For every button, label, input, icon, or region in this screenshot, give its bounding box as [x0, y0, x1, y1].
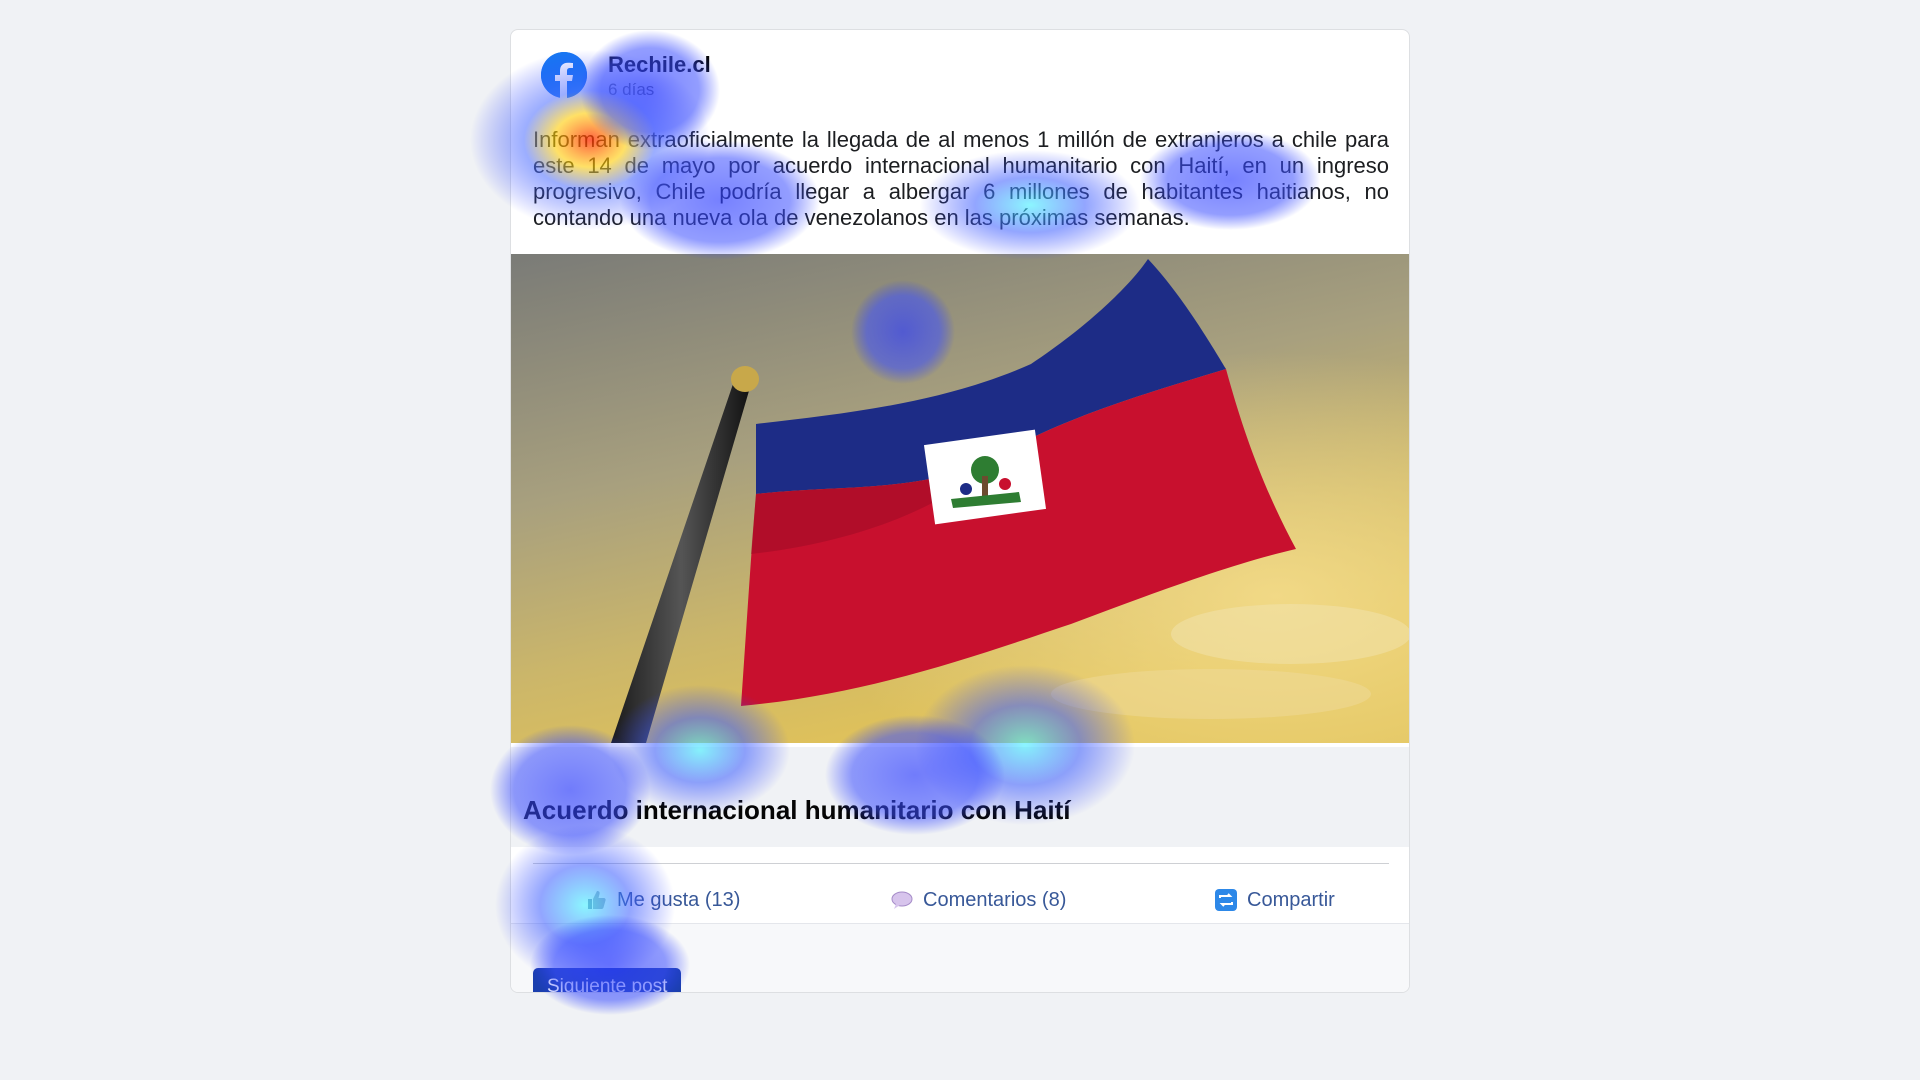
facebook-post-card: Rechile.cl 6 días Informan extraoficialm… — [510, 29, 1410, 993]
comment-label: Comentarios (8) — [923, 888, 1067, 911]
post-timestamp[interactable]: 6 días — [608, 80, 654, 100]
speech-bubble-icon — [891, 889, 913, 911]
post-footer: Siguiente post — [511, 924, 1409, 992]
share-button[interactable]: Compartir — [1215, 880, 1335, 920]
action-bar: Me gusta (13) Comentarios (8) Compartir — [511, 880, 1409, 920]
share-label: Compartir — [1247, 888, 1335, 911]
share-arrows-icon — [1215, 889, 1237, 911]
thumbs-up-icon — [585, 889, 607, 911]
like-button[interactable]: Me gusta (13) — [585, 880, 740, 920]
link-title[interactable]: Acuerdo internacional humanitario con Ha… — [523, 795, 1071, 826]
comment-button[interactable]: Comentarios (8) — [891, 880, 1066, 920]
post-text: Informan extraoficialmente la llegada de… — [533, 127, 1389, 230]
like-label: Me gusta (13) — [617, 888, 741, 911]
haiti-flag-photo[interactable] — [511, 254, 1409, 743]
facebook-logo-icon[interactable] — [541, 52, 587, 98]
link-preview[interactable]: Acuerdo internacional humanitario con Ha… — [511, 747, 1409, 847]
post-header: Rechile.cl 6 días — [511, 30, 1409, 130]
next-post-button[interactable]: Siguiente post — [533, 968, 682, 992]
divider — [533, 863, 1389, 864]
page-name[interactable]: Rechile.cl — [608, 52, 711, 78]
